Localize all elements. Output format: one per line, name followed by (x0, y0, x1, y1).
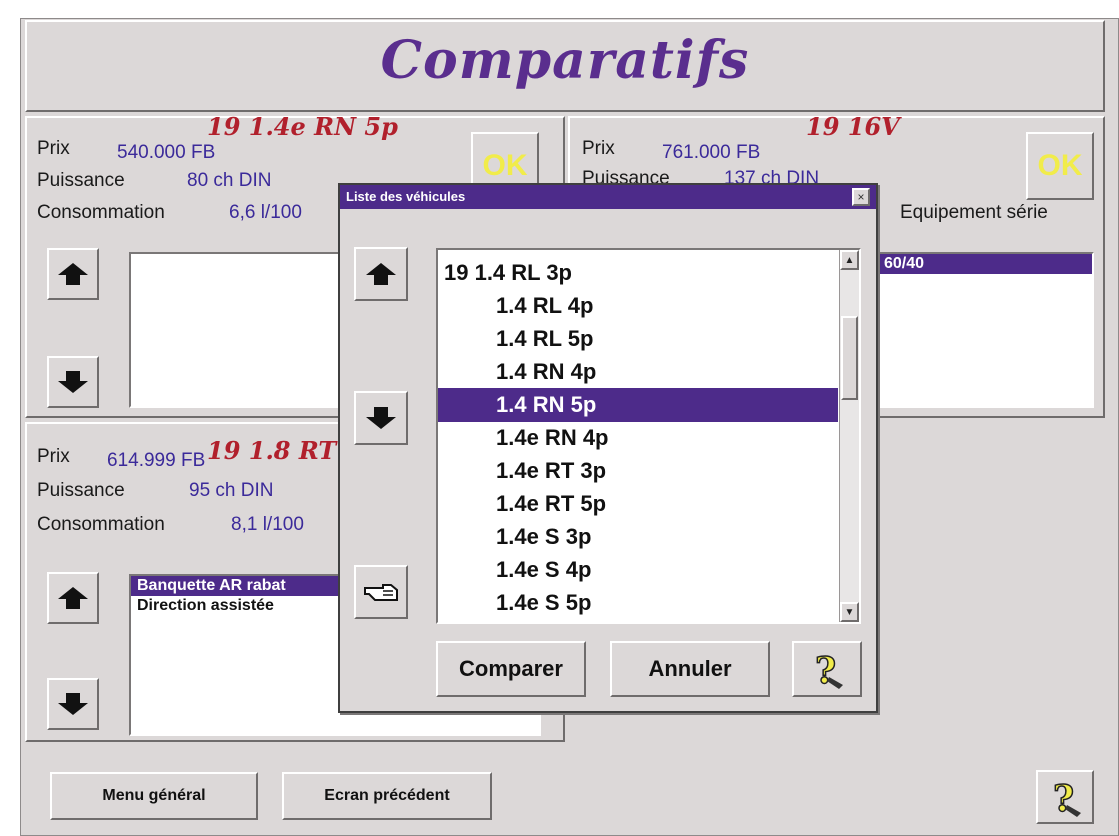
scrollbar-thumb[interactable] (841, 316, 858, 400)
puissance-label: Puissance (37, 480, 125, 501)
prix-value: 614.999 FB (107, 450, 206, 471)
scrollbar-up-arrow[interactable]: ▲ (840, 250, 859, 270)
menu-general-button[interactable]: Menu général (50, 772, 258, 820)
consommation-value: 6,6 l/100 (229, 202, 302, 223)
vehicle-list-item[interactable]: 1.4e RN 4p (438, 421, 838, 455)
title-bar: Comparatifs (25, 20, 1105, 112)
arrow-up-icon (366, 263, 396, 285)
page-title: Comparatifs (380, 30, 750, 91)
equipment-list[interactable]: 60/40 (876, 252, 1094, 408)
pointing-hand-icon (364, 584, 398, 601)
help-icon: ? (1052, 777, 1081, 819)
puissance-value: 80 ch DIN (187, 170, 272, 191)
help-button[interactable]: ? (1036, 770, 1094, 824)
list-down-button[interactable] (354, 391, 408, 445)
prix-label: Prix (37, 446, 70, 467)
scroll-up-button[interactable] (47, 572, 99, 624)
equipement-serie-label: Equipement série (900, 202, 1048, 223)
comparer-button[interactable]: Comparer (436, 641, 586, 697)
prix-label: Prix (582, 138, 615, 159)
consommation-value: 8,1 l/100 (231, 514, 304, 535)
scroll-down-button[interactable] (47, 356, 99, 408)
vehicle-list-item[interactable]: 1.4e S 5p (438, 586, 838, 620)
vehicle-list-item[interactable]: 1.4 RN 5p (438, 388, 838, 422)
arrow-up-icon (58, 263, 88, 285)
model-name: 19 16V (806, 112, 900, 141)
consommation-label: Consommation (37, 514, 165, 535)
prix-label: Prix (37, 138, 70, 159)
scroll-up-button[interactable] (47, 248, 99, 300)
list-item[interactable]: 60/40 (878, 254, 1092, 274)
puissance-label: Puissance (37, 170, 125, 191)
vehicle-list-item[interactable]: 1.4e S 4p (438, 553, 838, 587)
puissance-value: 95 ch DIN (189, 480, 274, 501)
close-button[interactable]: × (852, 188, 870, 206)
vehicle-list-item[interactable]: 1.4 RN 4p (438, 355, 838, 389)
ok-button[interactable]: OK (1026, 132, 1094, 200)
list-up-button[interactable] (354, 247, 408, 301)
arrow-down-icon (58, 371, 88, 393)
vehicle-list-item[interactable]: 1.4 RL 5p (438, 322, 838, 356)
vehicle-list-dialog: Liste des véhicules × 19 1.4 RL 3p 1.4 RL… (338, 183, 878, 713)
prix-value: 761.000 FB (662, 142, 761, 163)
vehicle-list-item[interactable]: 1.4e RT 3p (438, 454, 838, 488)
prix-value: 540.000 FB (117, 142, 216, 163)
arrow-up-icon (58, 587, 88, 609)
vehicle-list-item[interactable]: 1.4e S 3p (438, 520, 838, 554)
annuler-button[interactable]: Annuler (610, 641, 770, 697)
help-button[interactable]: ? (792, 641, 862, 697)
help-icon: ? (814, 649, 843, 691)
model-name: 19 1.4e RN 5p (207, 112, 398, 141)
ecran-precedent-button[interactable]: Ecran précédent (282, 772, 492, 820)
dialog-title: Liste des véhicules (340, 185, 876, 209)
vehicle-list-item[interactable]: 19 1.4 RL 3p (438, 256, 838, 290)
consommation-label: Consommation (37, 202, 165, 223)
vehicle-list-item[interactable]: 1.4e RT 5p (438, 487, 838, 521)
scroll-down-button[interactable] (47, 678, 99, 730)
scrollbar-down-arrow[interactable]: ▼ (840, 602, 859, 622)
select-hand-button[interactable] (354, 565, 408, 619)
arrow-down-icon (366, 407, 396, 429)
scrollbar[interactable]: ▲ ▼ (839, 250, 859, 622)
vehicle-list-item[interactable]: 1.4 RL 4p (438, 289, 838, 323)
arrow-down-icon (58, 693, 88, 715)
vehicle-listbox[interactable]: 19 1.4 RL 3p 1.4 RL 4p 1.4 RL 5p 1.4 RN 4p 1… (436, 248, 861, 624)
